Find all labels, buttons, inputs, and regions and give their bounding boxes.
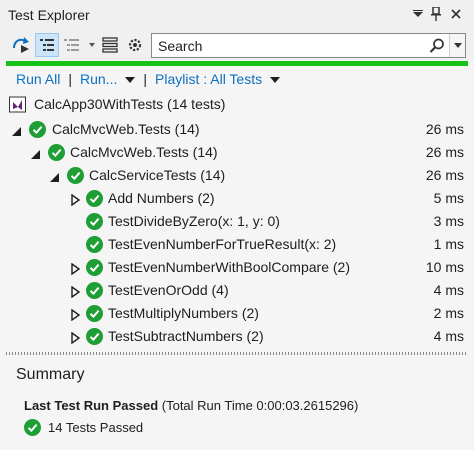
collapse-icon[interactable] xyxy=(11,124,23,136)
run-tests-after-build-icon[interactable] xyxy=(10,33,34,57)
tree-item-label: TestMultiplyNumbers (2) xyxy=(108,305,259,321)
last-run-line: Last Test Run Passed (Total Run Time 0:0… xyxy=(24,398,358,413)
tree-item-label: TestDivideByZero(x: 1, y: 0) xyxy=(108,213,280,229)
tree-item[interactable]: TestSubtractNumbers (2) 4 ms xyxy=(0,326,474,348)
tree-item-label: TestEvenNumberWithBoolCompare (2) xyxy=(108,259,350,275)
pass-icon xyxy=(86,305,103,322)
pass-icon xyxy=(29,121,46,138)
collapse-icon[interactable] xyxy=(30,147,42,159)
close-icon[interactable] xyxy=(448,6,464,22)
tree-item-label: CalcMvcWeb.Tests (14) xyxy=(70,144,218,160)
title-bar: Test Explorer xyxy=(0,0,474,30)
run-dropdown-icon[interactable] xyxy=(125,76,136,83)
tree-item[interactable]: CalcMvcWeb.Tests (14) 26 ms xyxy=(0,119,474,141)
tree-item-label: TestEvenNumberForTrueResult(x: 2) xyxy=(108,236,337,252)
pass-icon xyxy=(86,328,103,345)
search-options-dropdown[interactable] xyxy=(449,34,465,57)
panel-splitter[interactable] xyxy=(6,352,468,355)
group-by-icon[interactable] xyxy=(62,33,98,57)
run-link[interactable]: Run... xyxy=(80,71,117,87)
tree-item-time: 4 ms xyxy=(433,328,464,344)
window-menu-icon[interactable] xyxy=(410,6,426,22)
pass-icon xyxy=(86,259,103,276)
total-run-time: (Total Run Time 0:00:03.2615296) xyxy=(161,398,359,413)
expand-all-icon[interactable] xyxy=(100,33,120,57)
search-icon[interactable] xyxy=(429,38,445,57)
summary-panel: Summary Last Test Run Passed (Total Run … xyxy=(16,366,358,436)
pass-icon xyxy=(86,190,103,207)
tree-item-label: CalcServiceTests (14) xyxy=(89,167,226,183)
tree-item-time: 5 ms xyxy=(433,190,464,206)
playlist-dropdown-icon[interactable] xyxy=(270,76,281,83)
tree-item-label: Add Numbers (2) xyxy=(108,190,215,206)
tree-item-time: 2 ms xyxy=(433,305,464,321)
tree-item[interactable]: TestMultiplyNumbers (2) 2 ms xyxy=(0,303,474,325)
tree-item[interactable]: Add Numbers (2) 5 ms xyxy=(0,188,474,210)
summary-heading: Summary xyxy=(16,366,85,383)
tree-item[interactable]: CalcMvcWeb.Tests (14) 26 ms xyxy=(0,142,474,164)
collapse-icon[interactable] xyxy=(49,170,61,182)
search-input[interactable] xyxy=(152,37,422,54)
window-title: Test Explorer xyxy=(8,7,90,23)
solution-icon xyxy=(9,96,27,116)
group-by-hierarchy-icon[interactable] xyxy=(35,33,59,57)
pass-icon xyxy=(86,236,103,253)
tree-item[interactable]: TestEvenNumberWithBoolCompare (2) 10 ms xyxy=(0,257,474,279)
expand-icon[interactable] xyxy=(70,331,82,345)
expand-icon[interactable] xyxy=(70,308,82,322)
pin-icon[interactable] xyxy=(428,6,444,22)
expand-icon[interactable] xyxy=(70,262,82,276)
tree-item[interactable]: CalcServiceTests (14) 26 ms xyxy=(0,165,474,187)
pass-icon xyxy=(67,167,84,184)
pass-icon xyxy=(24,419,41,439)
expand-icon[interactable] xyxy=(70,285,82,299)
search-box[interactable] xyxy=(151,33,466,58)
tree-item-time: 26 ms xyxy=(425,121,464,137)
pass-icon xyxy=(86,282,103,299)
tree-item-time: 3 ms xyxy=(433,213,464,229)
pass-icon xyxy=(48,144,65,161)
expand-icon[interactable] xyxy=(70,193,82,207)
action-bar: Run All | Run... | Playlist : All Tests xyxy=(16,69,281,89)
settings-icon[interactable] xyxy=(124,33,146,57)
playlist-link[interactable]: Playlist : All Tests xyxy=(155,71,262,87)
pass-icon xyxy=(86,213,103,230)
tree-item-time: 4 ms xyxy=(433,282,464,298)
tree-item-time: 26 ms xyxy=(425,144,464,160)
tree-item[interactable]: TestEvenOrOdd (4) 4 ms xyxy=(0,280,474,302)
tree-item-time: 1 ms xyxy=(433,236,464,252)
test-progress-bar xyxy=(6,61,468,66)
tree-item-label: TestEvenOrOdd (4) xyxy=(108,282,229,298)
tree-item-label: CalcMvcWeb.Tests (14) xyxy=(52,121,200,137)
tree-item-time: 10 ms xyxy=(425,259,464,275)
last-run-status: Last Test Run Passed xyxy=(24,398,159,413)
tree-item-label: TestSubtractNumbers (2) xyxy=(108,328,264,344)
toolbar xyxy=(0,30,474,60)
run-all-link[interactable]: Run All xyxy=(16,71,60,87)
tree-item[interactable]: TestDivideByZero(x: 1, y: 0) 3 ms xyxy=(0,211,474,233)
tree-item-time: 26 ms xyxy=(425,167,464,183)
solution-row[interactable]: CalcApp30WithTests (14 tests) xyxy=(0,94,474,116)
solution-label: CalcApp30WithTests (14 tests) xyxy=(34,96,226,112)
tests-passed-count: 14 Tests Passed xyxy=(48,420,144,435)
tree-item[interactable]: TestEvenNumberForTrueResult(x: 2) 1 ms xyxy=(0,234,474,256)
